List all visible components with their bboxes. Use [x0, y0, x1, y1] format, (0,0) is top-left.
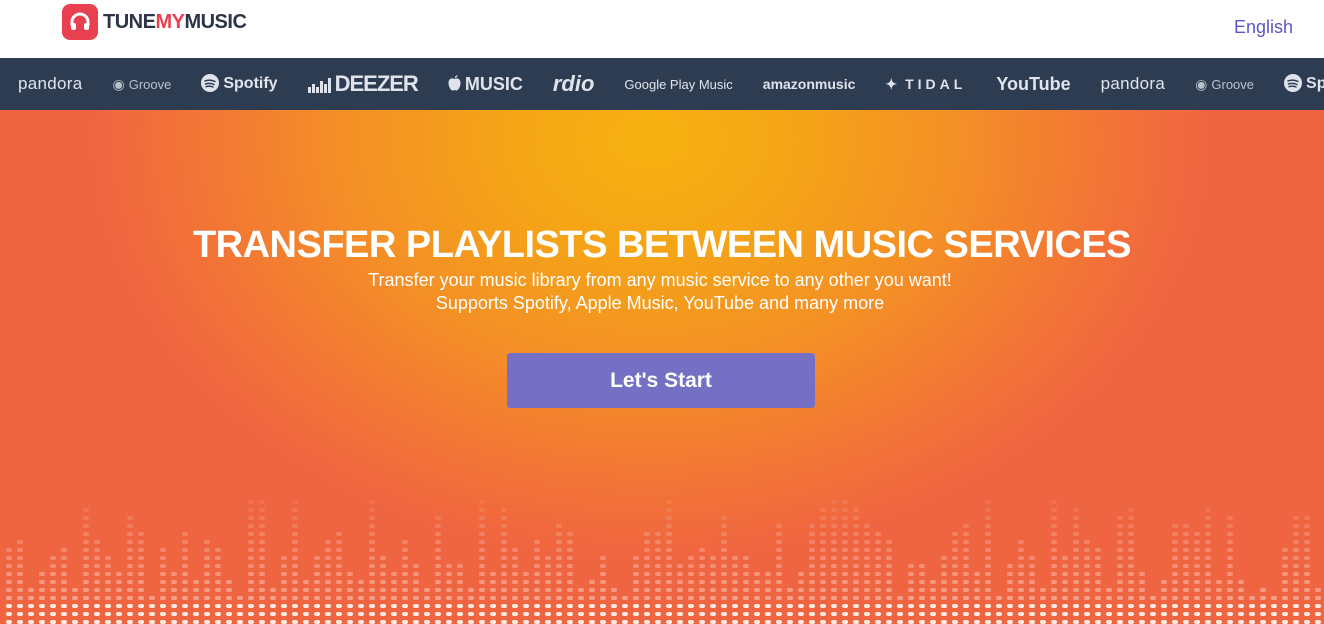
logo-word-music: MUSIC — [184, 11, 247, 33]
service-logo-groove: ◉ Groove — [1195, 76, 1254, 93]
service-label: Groove — [128, 76, 172, 92]
spotify-icon — [1284, 73, 1303, 95]
service-logo-deezer: DEEZER — [307, 71, 419, 97]
service-label: Google Play Music — [624, 76, 733, 92]
hero-title: TRANSFER PLAYLISTS BETWEEN MUSIC SERVICE… — [192, 224, 1132, 266]
service-logo-apple-music: MUSIC — [448, 74, 523, 95]
service-logo-amazon-music: amazonmusic — [763, 76, 856, 92]
service-logo-rdio: rdio — [553, 71, 595, 97]
spotify-icon — [201, 73, 220, 95]
service-logo-spotify: Spotify — [201, 73, 278, 95]
hero-section: TRANSFER PLAYLISTS BETWEEN MUSIC SERVICE… — [0, 110, 1324, 624]
service-label: rdio — [552, 71, 595, 96]
language-selector[interactable]: English — [1234, 17, 1293, 38]
service-label: MUSIC — [464, 73, 523, 94]
service-label: Spotify — [223, 75, 278, 92]
service-label: TIDAL — [905, 76, 967, 92]
groove-disc-icon: ◉ — [112, 75, 125, 92]
service-label: pandora — [18, 74, 83, 93]
services-strip: pandora ◉ Groove Spotify DEEZER MUSIC rd… — [0, 58, 1324, 110]
service-logo-google-play-music: Google Play Music — [624, 77, 732, 92]
logo-word-tune: TUNE — [103, 11, 156, 33]
service-label: pandora — [1100, 74, 1166, 93]
hero-subtitle-line2: Supports Spotify, Apple Music, YouTube a… — [435, 293, 885, 313]
lets-start-button[interactable]: Let's Start — [507, 353, 815, 408]
logo-word-my: MY — [155, 11, 185, 33]
service-logo-pandora: pandora — [1101, 74, 1166, 94]
logo-wordmark: TUNEMYMUSIC — [103, 11, 247, 33]
service-logo-spotify: Spotify — [1284, 73, 1324, 95]
service-logo-youtube: YouTube — [996, 74, 1070, 95]
deezer-bars-icon — [307, 75, 332, 93]
service-label: Spotify — [1306, 75, 1324, 92]
services-strip-track: pandora ◉ Groove Spotify DEEZER MUSIC rd… — [18, 58, 1324, 110]
service-label: amazonmusic — [762, 76, 856, 92]
service-logo-tidal: ✦ TIDAL — [885, 76, 966, 93]
tunemymusic-logo[interactable]: TUNEMYMUSIC — [62, 4, 247, 40]
hero-subtitle-line1: Transfer your music library from any mus… — [368, 270, 952, 290]
groove-disc-icon: ◉ — [1195, 75, 1208, 92]
equalizer-decoration — [6, 500, 1321, 624]
service-label: YouTube — [996, 73, 1071, 94]
service-logo-groove: ◉ Groove — [113, 76, 172, 93]
service-label: DEEZER — [334, 71, 419, 96]
service-logo-pandora: pandora — [18, 74, 83, 94]
tidal-icon: ✦ — [885, 75, 902, 92]
service-label: Groove — [1211, 76, 1255, 92]
headphones-icon — [62, 4, 98, 40]
top-header: TUNEMYMUSIC English — [0, 0, 1324, 58]
apple-icon — [448, 74, 461, 94]
